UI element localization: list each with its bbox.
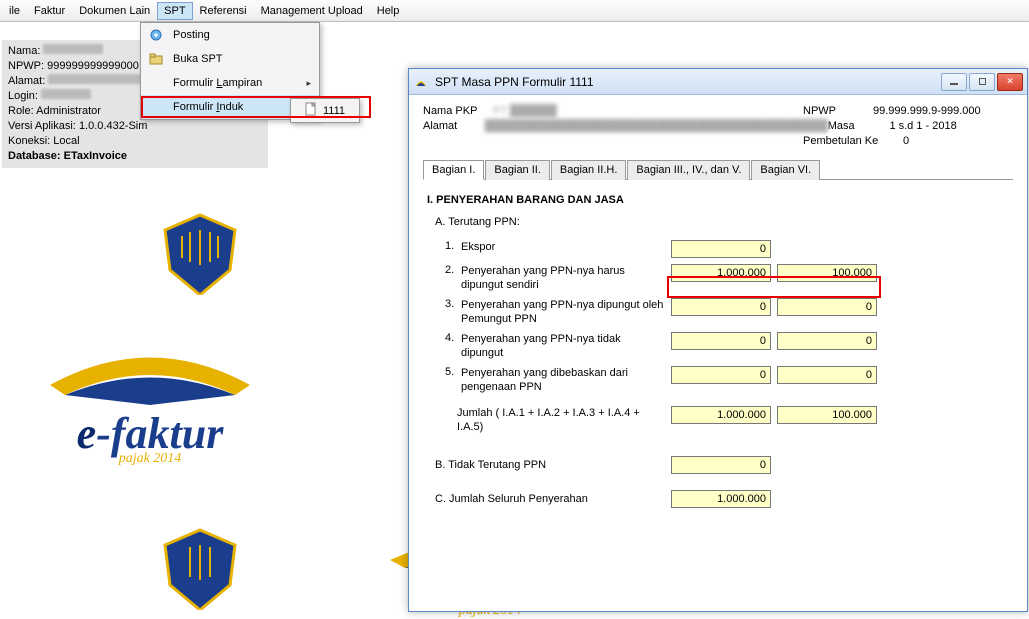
menubar: ile Faktur Dokumen Lain SPT Referensi Ma… bbox=[0, 0, 1029, 22]
row-tidak-dipungut: 4. Penyerahan yang PPN-nya tidak dipungu… bbox=[445, 332, 1009, 360]
menu-buka-spt-label: Buka SPT bbox=[173, 53, 311, 65]
tab-bagian-2h[interactable]: Bagian II.H. bbox=[551, 160, 626, 180]
field-pemungut-b[interactable] bbox=[777, 298, 877, 316]
menu-help[interactable]: Help bbox=[370, 2, 407, 20]
bg-logo-2: e-faktur pajak 2014 bbox=[10, 335, 290, 467]
row-jumlah: Jumlah ( I.A.1 + I.A.2 + I.A.3 + I.A.4 +… bbox=[445, 406, 1009, 434]
folder-icon bbox=[145, 51, 167, 67]
menu-posting[interactable]: Posting bbox=[141, 23, 319, 47]
hdr-alamat-value: ████████████████████████████████████████… bbox=[485, 120, 828, 132]
hdr-pembetulan-value: 0 bbox=[903, 135, 1013, 147]
posting-icon bbox=[145, 27, 167, 43]
blur-login bbox=[41, 89, 91, 99]
section-title: I. PENYERAHAN BARANG DAN JASA bbox=[427, 194, 1009, 206]
close-button[interactable]: ✕ bbox=[997, 73, 1023, 91]
row-dibebaskan: 5. Penyerahan yang dibebaskan dari penge… bbox=[445, 366, 1009, 394]
field-ekspor-a[interactable] bbox=[671, 240, 771, 258]
hdr-pembetulan-label: Pembetulan Ke bbox=[803, 135, 903, 147]
tab-bagian-6[interactable]: Bagian VI. bbox=[751, 160, 820, 180]
row-ekspor: 1. Ekspor bbox=[445, 240, 1009, 258]
tab-bagian-1[interactable]: Bagian I. bbox=[423, 160, 484, 180]
menu-formulir-lampiran-label: Formulir Lampiran bbox=[173, 77, 300, 89]
window-title: SPT Masa PPN Formulir 1111 bbox=[435, 75, 939, 89]
menu-dokumen-lain[interactable]: Dokumen Lain bbox=[72, 2, 157, 20]
row-pemungut: 3. Penyerahan yang PPN-nya dipungut oleh… bbox=[445, 298, 1009, 326]
bg-logo-1 bbox=[60, 210, 340, 302]
field-jumlah-a[interactable] bbox=[671, 406, 771, 424]
tab-bagian-345[interactable]: Bagian III., IV., dan V. bbox=[627, 160, 750, 180]
tabs: Bagian I. Bagian II. Bagian II.H. Bagian… bbox=[423, 159, 1013, 180]
chevron-right-icon: ▸ bbox=[306, 78, 311, 89]
field-tidak-b[interactable] bbox=[777, 332, 877, 350]
hdr-masa-value: 1 s.d 1 - 2018 bbox=[889, 120, 1013, 132]
field-b[interactable] bbox=[671, 456, 771, 474]
menu-buka-spt[interactable]: Buka SPT bbox=[141, 47, 319, 71]
bg-logo-3 bbox=[60, 525, 340, 617]
hdr-npwp-label: NPWP bbox=[803, 105, 873, 117]
minimize-button[interactable] bbox=[941, 73, 967, 91]
row-dipungut-sendiri: 2. Penyerahan yang PPN-nya harus dipungu… bbox=[445, 264, 1009, 292]
maximize-button[interactable] bbox=[969, 73, 995, 91]
menu-referensi[interactable]: Referensi bbox=[193, 2, 254, 20]
spt-form-window: SPT Masa PPN Formulir 1111 ✕ Nama PKP PT… bbox=[408, 68, 1028, 612]
tab-bagian-2[interactable]: Bagian II. bbox=[485, 160, 549, 180]
menu-faktur[interactable]: Faktur bbox=[27, 2, 72, 20]
blur-nama bbox=[43, 44, 103, 54]
field-sendiri-a[interactable] bbox=[671, 264, 771, 282]
menu-formulir-lampiran[interactable]: Formulir Lampiran ▸ bbox=[141, 71, 319, 95]
app-icon bbox=[413, 74, 429, 90]
row-b: B. Tidak Terutang PPN bbox=[427, 456, 1009, 474]
subsection-a-label: A. Terutang PPN: bbox=[435, 216, 1009, 228]
menu-management-upload[interactable]: Management Upload bbox=[254, 2, 370, 20]
blank-icon bbox=[145, 99, 167, 115]
menu-formulir-induk-label: Formulir Induk bbox=[173, 101, 300, 113]
field-c[interactable] bbox=[671, 490, 771, 508]
titlebar: SPT Masa PPN Formulir 1111 ✕ bbox=[409, 69, 1027, 95]
menu-posting-label: Posting bbox=[173, 29, 311, 41]
field-sendiri-b[interactable] bbox=[777, 264, 877, 282]
field-tidak-a[interactable] bbox=[671, 332, 771, 350]
document-icon bbox=[305, 102, 317, 119]
hdr-masa-label: Masa bbox=[828, 120, 890, 132]
menu-file[interactable]: ile bbox=[2, 2, 27, 20]
field-bebas-b[interactable] bbox=[777, 366, 877, 384]
field-pemungut-a[interactable] bbox=[671, 298, 771, 316]
submenu-1111-label: 1111 bbox=[323, 105, 345, 117]
blank-icon bbox=[145, 75, 167, 91]
hdr-nama-label: Nama PKP bbox=[423, 105, 493, 117]
hdr-npwp-value: 99.999.999.9-999.000 bbox=[873, 105, 1013, 117]
field-jumlah-b[interactable] bbox=[777, 406, 877, 424]
formulir-induk-submenu[interactable]: 1111 bbox=[290, 98, 360, 123]
row-c: C. Jumlah Seluruh Penyerahan bbox=[427, 490, 1009, 508]
menu-spt[interactable]: SPT bbox=[157, 2, 192, 20]
field-bebas-a[interactable] bbox=[671, 366, 771, 384]
hdr-nama-value: PT ██████ bbox=[493, 105, 803, 117]
hdr-alamat-label: Alamat bbox=[423, 120, 485, 132]
